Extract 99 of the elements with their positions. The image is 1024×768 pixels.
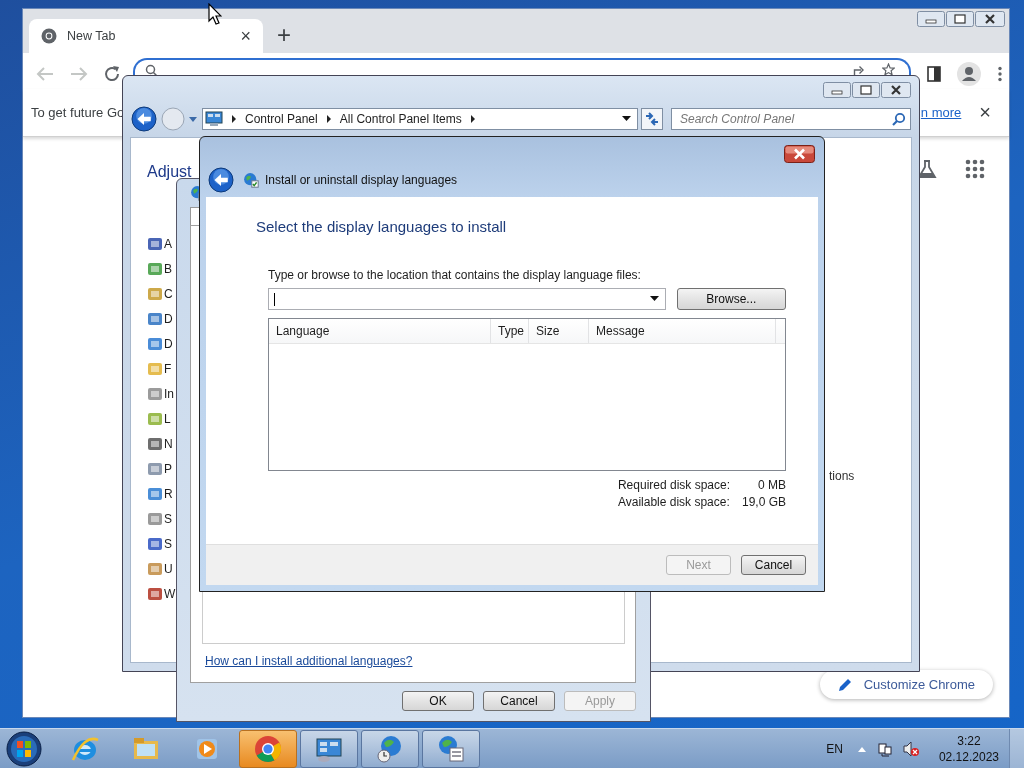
applet-link[interactable]: R [164, 486, 173, 501]
start-orb-icon[interactable] [6, 730, 42, 767]
applet-link[interactable]: D [164, 336, 173, 351]
disk-space-label: Available disk space: [617, 495, 730, 509]
applet-icon[interactable] [147, 310, 163, 327]
side-panel-icon[interactable] [927, 65, 941, 82]
close-icon[interactable] [881, 82, 911, 98]
share-icon[interactable] [853, 63, 866, 76]
chevron-icon [231, 115, 237, 123]
breadcrumb-item[interactable]: All Control Panel Items [339, 112, 462, 126]
applet-link[interactable]: L [164, 411, 171, 426]
close-icon[interactable] [975, 11, 1005, 27]
applet-icon[interactable] [147, 260, 163, 277]
applet-link[interactable]: F [164, 361, 172, 376]
tab-title: New Tab [67, 29, 117, 43]
dialog-button[interactable]: Cancel [483, 691, 555, 711]
applet-link[interactable]: C [164, 286, 173, 301]
taskbar-button[interactable] [300, 729, 358, 768]
globe-checklist-icon [436, 733, 466, 764]
show-desktop-button[interactable] [1009, 728, 1024, 768]
chevron-icon [469, 115, 476, 123]
chevron-icon [325, 115, 332, 123]
refresh-button[interactable] [641, 108, 663, 130]
address-bar[interactable]: Control Panel All Control Panel Items [202, 108, 638, 130]
applet-link[interactable]: B [164, 261, 172, 276]
help-link[interactable]: How can I install additional languages? [205, 654, 625, 668]
browser-tab[interactable]: New Tab × [29, 19, 263, 53]
history-caret-icon[interactable] [188, 115, 198, 123]
search-field[interactable]: Search Control Panel [671, 108, 911, 130]
reload-icon[interactable] [103, 64, 121, 83]
applet-icon[interactable] [147, 560, 163, 577]
close-icon[interactable] [784, 145, 815, 163]
applet-icon[interactable] [147, 585, 163, 602]
flask-icon[interactable] [917, 159, 937, 179]
globe-icon [243, 172, 259, 188]
wizard-button[interactable]: Cancel [741, 555, 806, 575]
muted-speaker-icon[interactable] [902, 740, 919, 757]
applet-icon[interactable] [147, 235, 163, 252]
path-combo-box[interactable] [268, 288, 666, 310]
language-indicator[interactable]: EN [826, 741, 843, 756]
star-icon[interactable] [882, 63, 895, 76]
applet-icon[interactable] [147, 460, 163, 477]
column-header[interactable]: Type [491, 319, 529, 343]
maximize-icon[interactable] [852, 82, 880, 98]
pencil-icon [837, 677, 852, 692]
applet-link[interactable]: W [164, 586, 176, 601]
disk-space-value: 0 MB [757, 478, 786, 492]
disk-space-label: Required disk space: [617, 478, 730, 492]
applet-icon[interactable] [147, 335, 163, 352]
applet-link[interactable]: In [164, 386, 174, 401]
field-label: Type or browse to the location that contains the display language files: [268, 268, 642, 282]
taskbar-button[interactable] [239, 729, 297, 768]
dialog-button[interactable]: OK [402, 691, 474, 711]
applet-icon[interactable] [147, 435, 163, 452]
network-icon[interactable] [876, 740, 893, 757]
search-icon [145, 64, 157, 76]
column-header[interactable]: Size [529, 319, 589, 343]
applet-icon[interactable] [147, 485, 163, 502]
apps-grid-icon[interactable] [965, 159, 985, 179]
instruction-heading: Select the display languages to install [256, 218, 508, 235]
control-panel-icon [205, 111, 223, 127]
column-header[interactable]: Message [589, 319, 776, 343]
dropdown-icon[interactable] [622, 116, 631, 122]
page-heading: Adjust [147, 163, 192, 182]
minimize-icon[interactable] [823, 82, 851, 98]
search-icon[interactable] [892, 112, 906, 126]
browse-button[interactable]: Browse... [676, 288, 786, 310]
new-tab-button[interactable]: + [277, 21, 291, 49]
breadcrumb-item[interactable]: Control Panel [245, 112, 318, 126]
applet-icon[interactable] [147, 535, 163, 552]
refresh-arrows-icon [644, 112, 660, 126]
tab-close-button[interactable]: × [240, 25, 251, 47]
profile-icon[interactable] [957, 61, 981, 86]
column-header[interactable]: Language [269, 319, 491, 343]
minimize-icon[interactable] [917, 11, 945, 27]
close-button[interactable]: × [979, 101, 991, 124]
disk-space-value: 19,0 GB [740, 495, 786, 509]
item-text: tions [829, 469, 855, 483]
customize-chrome-button[interactable]: Customize Chrome [819, 670, 993, 699]
applet-link[interactable]: D [164, 311, 173, 326]
applet-link[interactable]: P [164, 461, 172, 476]
menu-icon[interactable] [997, 65, 1003, 82]
chrome-logo-icon [253, 733, 283, 764]
applet-link[interactable]: S [164, 536, 172, 551]
applet-link[interactable]: N [164, 436, 173, 451]
applet-link[interactable]: A [164, 236, 172, 251]
dropdown-icon [649, 296, 659, 302]
applet-link[interactable]: U [164, 561, 173, 576]
applet-icon[interactable] [147, 285, 163, 302]
applet-icon[interactable] [147, 510, 163, 527]
dialog-title: Install or uninstall display languages [265, 173, 458, 187]
applet-icon[interactable] [147, 385, 163, 402]
learn-more-link[interactable]: n more [920, 105, 962, 120]
taskbar-button[interactable] [361, 729, 419, 768]
applet-link[interactable]: S [164, 511, 172, 526]
maximize-icon[interactable] [946, 11, 974, 27]
taskbar-button[interactable] [422, 729, 480, 768]
chrome-logo-icon [41, 28, 57, 44]
clock[interactable]: 3:22 02.12.2023 [938, 732, 999, 765]
